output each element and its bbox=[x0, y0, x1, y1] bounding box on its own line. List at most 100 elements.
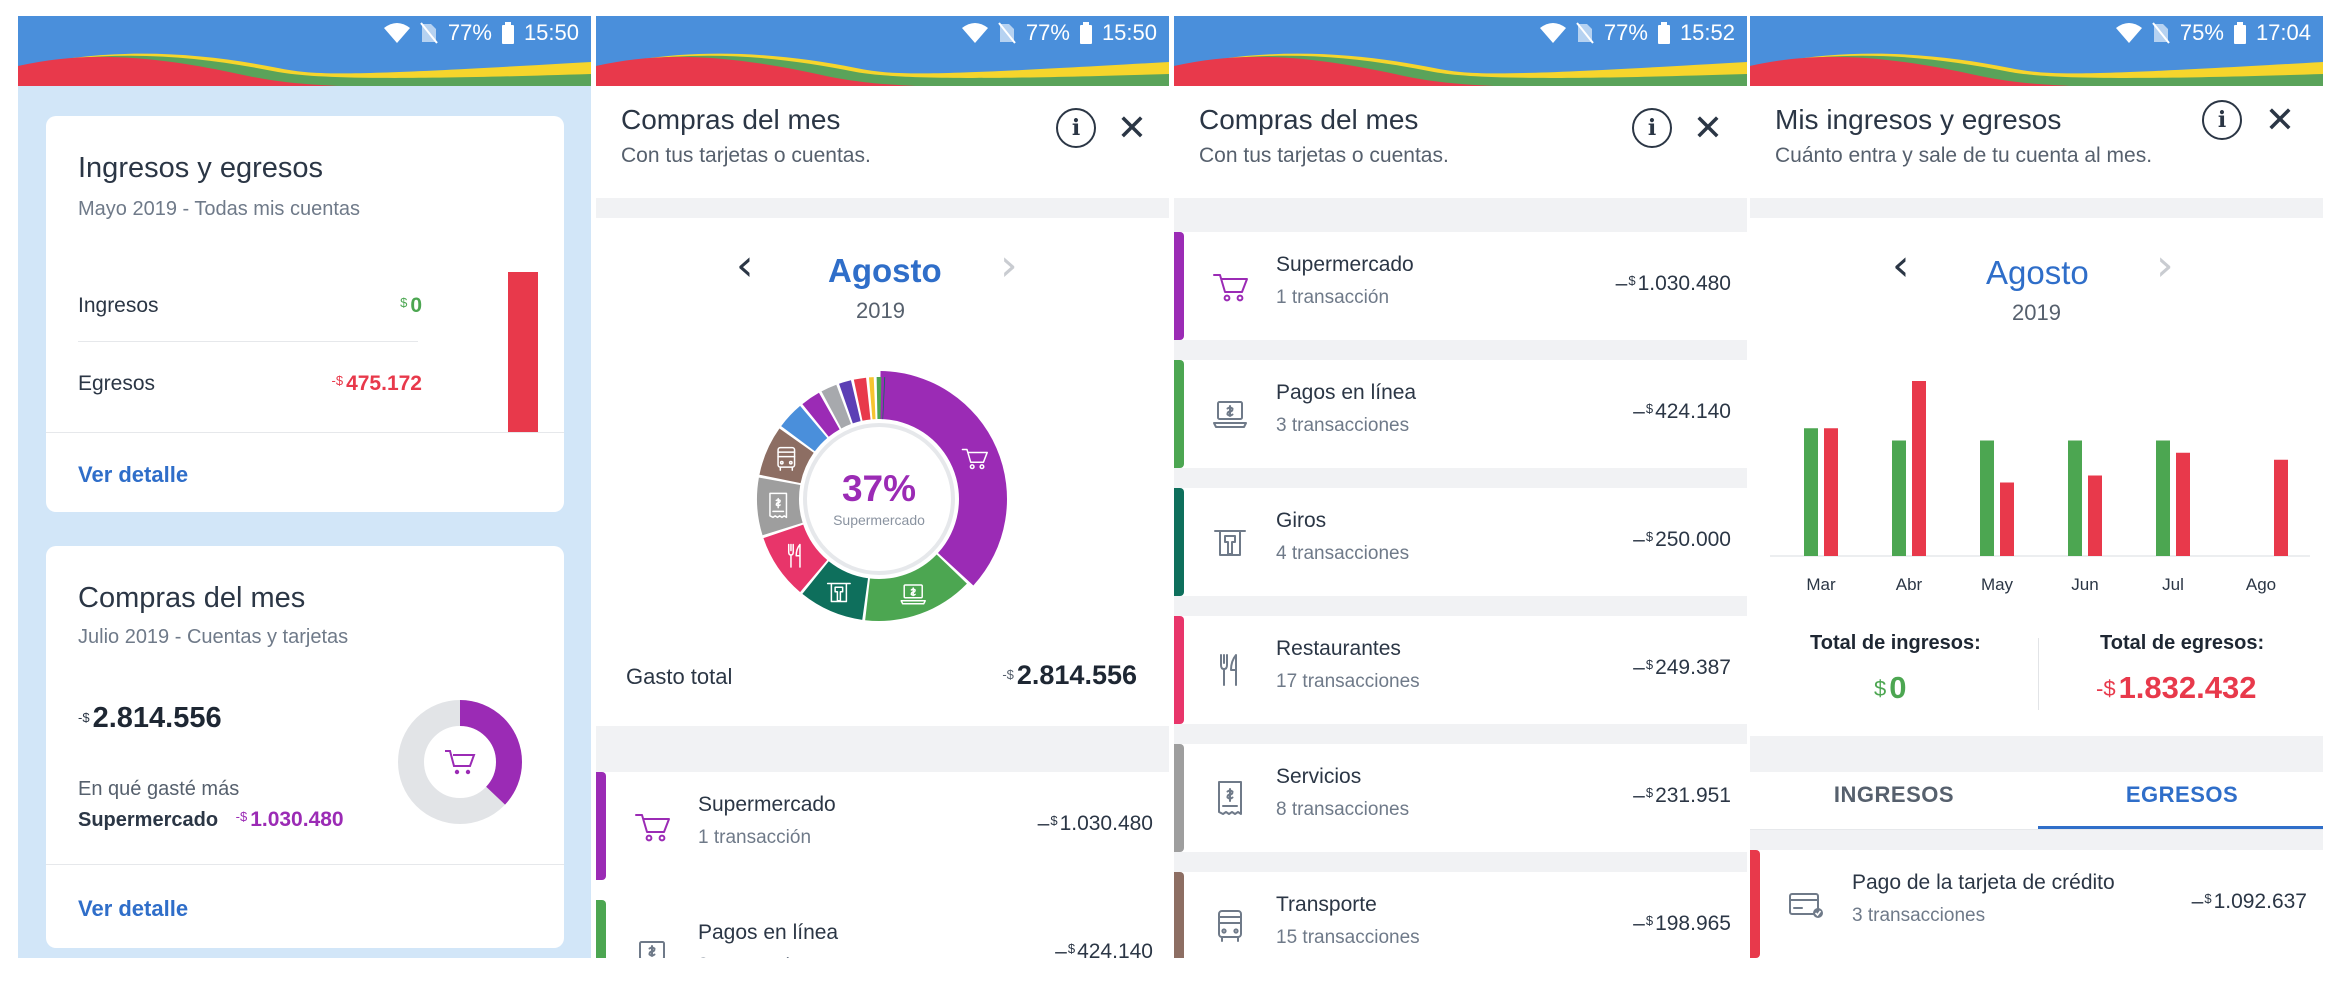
category-color-bar bbox=[1174, 872, 1184, 958]
card-subtitle: Mayo 2019 - Todas mis cuentas bbox=[78, 198, 361, 220]
income-expense-card: Ingresos y egresos Mayo 2019 - Todas mis… bbox=[46, 116, 564, 512]
category-icon-wrap bbox=[1210, 522, 1250, 567]
transaction-list: Supermercado 1 transacción –$1.030.480 Pago… bbox=[1174, 16, 1747, 958]
ver-detalle-link[interactable]: Ver detalle bbox=[78, 462, 188, 488]
egresos-bar bbox=[508, 272, 538, 433]
category-icon-wrap bbox=[1210, 266, 1250, 311]
bus-icon bbox=[1218, 910, 1242, 942]
transaction-name: Supermercado bbox=[698, 793, 836, 816]
total-amount: -$ 2.814.556 bbox=[78, 702, 222, 734]
transaction-name: Pagos en línea bbox=[1276, 381, 1417, 404]
transaction-count: 3 transacciones bbox=[1276, 415, 1410, 436]
cutlery-icon bbox=[1220, 654, 1237, 686]
transaction-count: 15 transacciones bbox=[1276, 927, 1420, 948]
header-wave: 77% 15:50 bbox=[18, 16, 591, 86]
status-bar: 77% 15:50 bbox=[383, 20, 579, 46]
transaction-name: Giros bbox=[1276, 509, 1327, 532]
ver-detalle-link[interactable]: Ver detalle bbox=[78, 896, 188, 922]
transaction-amount: –$249.387 bbox=[1633, 656, 1731, 679]
transaction-amount: –$1.030.480 bbox=[1037, 812, 1153, 835]
transaction-name: Pago de la tarjeta de crédito bbox=[1852, 871, 2115, 894]
transaction-row[interactable]: Supermercado 1 transacción –$1.030.480 bbox=[1174, 232, 1747, 340]
divider bbox=[46, 864, 564, 865]
transaction-amount: –$250.000 bbox=[1633, 528, 1731, 551]
transaction-count: 8 transacciones bbox=[1276, 799, 1410, 820]
transaction-amount: –$1.030.480 bbox=[1615, 272, 1731, 295]
transaction-row[interactable]: Transporte 15 transacciones –$198.965 bbox=[1174, 872, 1747, 958]
transaction-row[interactable]: Pagos en línea 3 transacciones –$424.140 bbox=[1174, 360, 1747, 468]
transaction-row[interactable]: Supermercado 1 transacción –$1.030.480 bbox=[596, 772, 1169, 880]
category-color-bar bbox=[1174, 488, 1184, 596]
most-spent-amount: -$ 1.030.480 bbox=[235, 808, 344, 831]
category-icon-wrap bbox=[632, 806, 672, 851]
battery-percent: 77% bbox=[447, 20, 492, 45]
laptop-icon bbox=[639, 941, 665, 958]
wifi-icon bbox=[383, 23, 410, 43]
transaction-row[interactable]: Servicios 8 transacciones –$231.951 bbox=[1174, 744, 1747, 852]
category-icon-wrap bbox=[1210, 778, 1250, 823]
screen-compras-chart: 77% 15:50 Compras del mes Con tus tarjet… bbox=[596, 16, 1169, 958]
category-icon-wrap bbox=[1210, 394, 1250, 439]
screen-dashboard: 77% 15:50 Ingresos y egresos Mayo 2019 -… bbox=[18, 16, 591, 958]
egresos-label: Egresos bbox=[78, 372, 156, 395]
cart-icon bbox=[635, 814, 670, 842]
mini-donut bbox=[398, 700, 522, 824]
category-color-bar bbox=[1174, 360, 1184, 468]
category-color-bar bbox=[1174, 232, 1184, 340]
transaction-amount: –$198.965 bbox=[1633, 912, 1731, 935]
transaction-name: Transporte bbox=[1276, 893, 1377, 916]
transaction-row[interactable]: Pagos en línea 3 transacciones –$424.140 bbox=[596, 900, 1169, 958]
transaction-name: Supermercado bbox=[1276, 253, 1414, 276]
category-color-bar bbox=[1750, 850, 1760, 958]
transaction-count: 1 transacción bbox=[1276, 287, 1390, 308]
transaction-row[interactable]: Giros 4 transacciones –$250.000 bbox=[1174, 488, 1747, 596]
egresos-amount: -$ 475.172 bbox=[331, 372, 422, 395]
category-icon-wrap bbox=[632, 934, 672, 958]
transaction-amount: –$424.140 bbox=[1633, 400, 1731, 423]
no-sim-icon bbox=[420, 22, 438, 44]
category-color-bar bbox=[1174, 744, 1184, 852]
category-color-bar bbox=[596, 772, 606, 880]
most-spent-label: En qué gasté más bbox=[78, 778, 240, 800]
transaction-list: Pago de la tarjeta de crédito 3 transacci… bbox=[1750, 16, 2323, 958]
screen-ingresos-egresos: 75% 17:04 Mis ingresos y egresos Cuánto … bbox=[1750, 16, 2323, 958]
transaction-amount: –$1.092.637 bbox=[2191, 890, 2307, 913]
cart-icon bbox=[445, 750, 476, 775]
battery-icon bbox=[501, 22, 514, 44]
transaction-count: 4 transacciones bbox=[1276, 543, 1410, 564]
transaction-count: 3 transacciones bbox=[1852, 905, 1986, 926]
transaction-row[interactable]: Restaurantes 17 transacciones –$249.387 bbox=[1174, 616, 1747, 724]
divider bbox=[46, 432, 564, 433]
card-subtitle: Julio 2019 - Cuentas y tarjetas bbox=[78, 626, 349, 648]
card-title: Compras del mes bbox=[78, 582, 306, 614]
transaction-count: 1 transacción bbox=[698, 827, 812, 848]
transaction-name: Pagos en línea bbox=[698, 921, 839, 944]
transaction-amount: –$231.951 bbox=[1633, 784, 1731, 807]
most-spent-category: Supermercado bbox=[78, 809, 219, 831]
receipt-icon bbox=[1218, 781, 1242, 815]
credit-card-icon bbox=[1789, 893, 1823, 918]
transaction-name: Restaurantes bbox=[1276, 637, 1401, 660]
divider bbox=[78, 341, 418, 342]
transaction-name: Servicios bbox=[1276, 765, 1362, 788]
cart-icon bbox=[1213, 274, 1248, 302]
transaction-count: 17 transacciones bbox=[1276, 671, 1420, 692]
transaction-amount: –$424.140 bbox=[1055, 940, 1153, 958]
category-icon-wrap bbox=[1786, 884, 1826, 929]
category-color-bar bbox=[1174, 616, 1184, 724]
transaction-list: Supermercado 1 transacción –$1.030.480 Pago… bbox=[596, 16, 1169, 958]
clock-time: 15:50 bbox=[523, 20, 579, 45]
purchases-card: Compras del mes Julio 2019 - Cuentas y t… bbox=[46, 546, 564, 948]
category-color-bar bbox=[596, 900, 606, 958]
category-icon-wrap bbox=[1210, 650, 1250, 695]
ingresos-label: Ingresos bbox=[78, 294, 159, 317]
card-title: Ingresos y egresos bbox=[78, 152, 324, 184]
category-icon-wrap bbox=[1210, 906, 1250, 951]
laptop-icon bbox=[1213, 401, 1247, 428]
most-spent-row: Supermercado -$ 1.030.480 bbox=[78, 808, 344, 832]
screen-compras-list: 77% 15:52 Compras del mes Con tus tarjet… bbox=[1174, 16, 1747, 958]
atm-icon bbox=[1214, 530, 1246, 556]
transaction-count: 3 transacciones bbox=[698, 955, 831, 958]
transaction-row[interactable]: Pago de la tarjeta de crédito 3 transacci… bbox=[1750, 850, 2323, 958]
ingresos-amount: $0 bbox=[400, 294, 422, 317]
